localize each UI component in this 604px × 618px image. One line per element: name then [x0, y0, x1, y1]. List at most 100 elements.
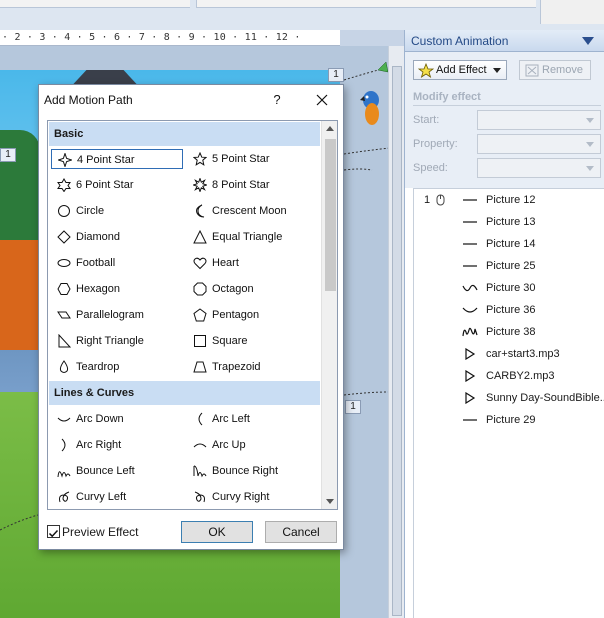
animation-order-tag[interactable]: 1	[328, 68, 344, 82]
toolbar-segment	[540, 0, 604, 24]
path-item-label: Bounce Right	[212, 465, 279, 477]
path-item-4-point-star[interactable]: 4 Point Star	[51, 149, 183, 169]
add-effect-button[interactable]: Add Effect	[413, 60, 507, 80]
line-path-icon	[463, 221, 477, 223]
equal-triangle-icon	[193, 230, 207, 244]
start-label: Start:	[413, 114, 440, 126]
path-item-arc-left[interactable]: Arc Left	[187, 409, 319, 429]
start-select[interactable]	[477, 110, 601, 130]
scroll-up-arrow-icon[interactable]	[326, 126, 334, 131]
effect-label: Picture 36	[486, 304, 536, 316]
path-item-arc-down[interactable]: Arc Down	[51, 409, 183, 429]
path-item-square[interactable]: Square	[187, 331, 319, 351]
effect-list-item[interactable]: Picture 25	[414, 255, 604, 277]
help-button[interactable]: ?	[265, 89, 289, 111]
arc-down-icon	[57, 417, 71, 422]
list-vertical-scrollbar[interactable]	[321, 121, 337, 509]
path-item-label: Curvy Right	[212, 491, 270, 503]
ok-button[interactable]: OK	[181, 521, 253, 543]
right-triangle-icon	[58, 334, 71, 348]
property-select[interactable]	[477, 134, 601, 154]
loop-path-icon	[462, 327, 478, 337]
heart-icon	[193, 257, 207, 270]
path-item-teardrop[interactable]: Teardrop	[51, 357, 183, 377]
arc-right-icon	[61, 438, 66, 452]
path-item-football[interactable]: Football	[51, 253, 183, 273]
remove-label: Remove	[542, 64, 583, 76]
effect-list-item[interactable]: 1 Picture 12	[414, 189, 604, 211]
play-icon	[465, 370, 476, 382]
path-item-label: Curvy Left	[76, 491, 127, 503]
wave-path-icon	[462, 284, 478, 292]
path-item-curvy-right[interactable]: Curvy Right	[187, 487, 319, 507]
scrollbar-thumb[interactable]	[392, 66, 402, 616]
animation-order-tag[interactable]: 1	[345, 400, 361, 414]
path-item-crescent-moon[interactable]: Crescent Moon	[187, 201, 319, 221]
effect-list-item[interactable]: Picture 14	[414, 233, 604, 255]
custom-animation-pane: Custom Animation Add Effect Remove Modif…	[404, 30, 604, 618]
pentagon-icon	[193, 308, 207, 322]
path-item-pentagon[interactable]: Pentagon	[187, 305, 319, 325]
path-item-equal-triangle[interactable]: Equal Triangle	[187, 227, 319, 247]
square-icon	[194, 335, 206, 347]
add-motion-path-dialog: Add Motion Path ? Basic 4 Point Star 6 P…	[38, 84, 344, 550]
play-icon	[465, 392, 476, 404]
effect-list-item[interactable]: Picture 30	[414, 277, 604, 299]
scroll-down-arrow-icon[interactable]	[326, 499, 334, 504]
speed-select[interactable]	[477, 158, 601, 178]
path-item-label: 8 Point Star	[212, 179, 270, 191]
animation-order-tag[interactable]: 1	[0, 148, 16, 162]
path-item-label: Hexagon	[76, 283, 121, 295]
path-item-curvy-left[interactable]: Curvy Left	[51, 487, 183, 507]
preview-effect-label: Preview Effect	[62, 525, 139, 539]
path-item-bounce-right[interactable]: Bounce Right	[187, 461, 319, 481]
path-item-octagon[interactable]: Octagon	[187, 279, 319, 299]
circle-icon	[58, 205, 70, 217]
path-item-6-point-star[interactable]: 6 Point Star	[51, 175, 183, 195]
effect-list-item[interactable]: car+start3.mp3	[414, 343, 604, 365]
path-item-diamond[interactable]: Diamond	[51, 227, 183, 247]
cancel-button[interactable]: Cancel	[265, 521, 337, 543]
crescent-moon-icon	[196, 204, 205, 218]
trapezoid-icon	[193, 361, 207, 373]
path-item-label: Heart	[212, 257, 239, 269]
effect-list-item[interactable]: Picture 13	[414, 211, 604, 233]
category-header-basic: Basic	[49, 122, 320, 146]
scrollbar-thumb[interactable]	[325, 139, 336, 291]
path-item-hexagon[interactable]: Hexagon	[51, 279, 183, 299]
slide-vertical-scrollbar[interactable]	[388, 46, 404, 618]
property-label: Property:	[413, 138, 458, 150]
effect-label: Sunny Day-SoundBible...	[486, 392, 604, 404]
remove-button[interactable]: Remove	[519, 60, 591, 80]
preview-effect-checkbox[interactable]	[47, 525, 60, 538]
six-point-star-icon	[57, 178, 71, 192]
path-item-arc-right[interactable]: Arc Right	[51, 435, 183, 455]
effect-list[interactable]: 1 Picture 12 Picture 13 Picture 14 Pictu…	[413, 188, 604, 618]
path-item-right-triangle[interactable]: Right Triangle	[51, 331, 183, 351]
path-item-label: Crescent Moon	[212, 205, 287, 217]
effect-list-item[interactable]: CARBY2.mp3	[414, 365, 604, 387]
path-item-label: Teardrop	[76, 361, 120, 373]
path-item-bounce-left[interactable]: Bounce Left	[51, 461, 183, 481]
path-item-parallelogram[interactable]: Parallelogram	[51, 305, 183, 325]
path-item-label: Arc Left	[212, 413, 250, 425]
path-item-5-point-star[interactable]: 5 Point Star	[187, 149, 319, 169]
path-item-arc-up[interactable]: Arc Up	[187, 435, 319, 455]
effect-list-item[interactable]: Picture 38	[414, 321, 604, 343]
path-item-trapezoid[interactable]: Trapezoid	[187, 357, 319, 377]
play-icon	[465, 348, 476, 360]
effect-list-item[interactable]: Sunny Day-SoundBible...	[414, 387, 604, 409]
motion-path-list[interactable]: Basic 4 Point Star 6 Point Star Circle D…	[47, 120, 338, 510]
pane-options-chevron-icon[interactable]	[582, 37, 594, 45]
pane-title: Custom Animation	[411, 34, 509, 48]
effect-label: Picture 25	[486, 260, 536, 272]
path-item-heart[interactable]: Heart	[187, 253, 319, 273]
path-item-circle[interactable]: Circle	[51, 201, 183, 221]
effect-list-item[interactable]: Picture 36	[414, 299, 604, 321]
effect-list-item[interactable]: Picture 29	[414, 409, 604, 431]
dialog-titlebar[interactable]: Add Motion Path ?	[39, 85, 343, 115]
path-item-8-point-star[interactable]: 8 Point Star	[187, 175, 319, 195]
teardrop-icon	[59, 360, 69, 373]
close-button[interactable]	[309, 89, 335, 111]
path-item-label: Circle	[76, 205, 105, 217]
